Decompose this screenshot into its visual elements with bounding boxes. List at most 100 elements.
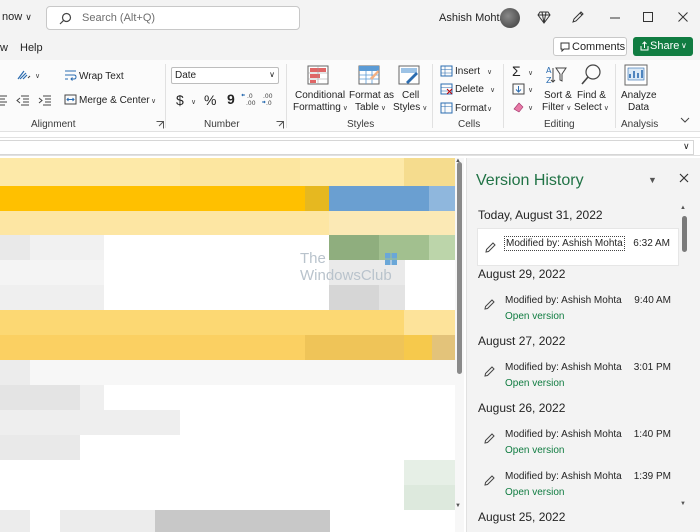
cell-styles-line1[interactable]: Cell — [402, 90, 419, 101]
version-entry[interactable]: Modified by: Ashish Mohta Open version 1… — [477, 420, 679, 458]
pencil-icon — [484, 299, 495, 310]
fill-icon[interactable] — [512, 83, 525, 95]
version-date: August 29, 2022 — [478, 267, 566, 281]
dialog-launcher-icon[interactable] — [276, 121, 284, 129]
maximize-icon[interactable] — [641, 10, 655, 24]
sheet-scroll-thumb[interactable] — [457, 162, 462, 374]
close-icon[interactable] — [676, 10, 690, 24]
diamond-icon[interactable] — [537, 10, 551, 24]
blurred-cell-region — [60, 510, 155, 532]
chevron-down-icon[interactable]: ∨ — [485, 103, 492, 114]
find-select-button[interactable]: Select ∨ — [574, 102, 609, 113]
pane-scrollbar[interactable] — [678, 206, 690, 532]
pencil-icon — [484, 433, 495, 444]
group-divider — [503, 64, 504, 128]
conditional-formatting-line1[interactable]: Conditional — [295, 90, 345, 101]
autosave-dropdown[interactable]: now ∨ — [2, 11, 32, 23]
analyze-data-line1[interactable]: Analyze — [621, 90, 657, 101]
comments-button[interactable]: Comments — [553, 37, 627, 56]
formula-bar: ∨ — [0, 137, 700, 156]
format-button[interactable]: Format — [455, 103, 487, 114]
share-button[interactable]: Share ∨ — [633, 37, 693, 56]
version-date: Today, August 31, 2022 — [478, 208, 603, 222]
open-version-link[interactable]: Open version — [505, 311, 564, 322]
increase-indent-icon[interactable] — [38, 94, 52, 106]
chevron-down-icon[interactable]: ∨ — [526, 67, 533, 78]
delete-button[interactable]: Delete — [455, 84, 484, 95]
search-box[interactable]: Search (Alt+Q) — [46, 6, 300, 30]
sort-filter-line1[interactable]: Sort & — [544, 90, 572, 101]
version-time: 6:32 AM — [633, 238, 670, 249]
open-version-link[interactable]: Open version — [505, 378, 564, 389]
blurred-cell-region — [329, 211, 455, 235]
share-label: Share — [650, 40, 680, 52]
sort-filter-icon: AZ — [546, 66, 567, 85]
open-version-link[interactable]: Open version — [505, 487, 564, 498]
merge-center-button[interactable]: Merge & Center — [79, 95, 150, 106]
worksheet-grid[interactable]: The WindowsClub — [0, 158, 455, 532]
dialog-launcher-icon[interactable] — [156, 121, 164, 129]
blurred-cell-region — [404, 158, 455, 186]
blurred-cell-region — [30, 235, 104, 260]
chevron-down-icon: ∨ — [25, 12, 32, 22]
cell-styles-button[interactable]: Styles ∨ — [393, 102, 427, 113]
chevron-down-icon[interactable]: ∨ — [526, 84, 533, 95]
chevron-down-icon[interactable]: ∨ — [149, 95, 156, 106]
chevron-down-icon[interactable]: ∨ — [485, 66, 492, 77]
blurred-cell-region — [404, 335, 432, 360]
ribbon-tabs: w Help Comments Share ∨ — [0, 36, 700, 60]
formula-input[interactable] — [0, 140, 694, 155]
pane-options-icon[interactable]: ▼ — [648, 175, 657, 185]
decrease-indent-icon[interactable] — [16, 94, 30, 106]
version-entry[interactable]: Modified by: Ashish Mohta Open version 1… — [477, 462, 679, 500]
open-version-link[interactable]: Open version — [505, 445, 564, 456]
sort-filter-button[interactable]: Filter ∨ — [542, 102, 571, 113]
scroll-up-icon[interactable]: ▲ — [680, 205, 686, 211]
close-icon[interactable] — [679, 173, 689, 183]
scroll-down-icon[interactable]: ▼ — [455, 503, 461, 509]
search-placeholder: Search (Alt+Q) — [82, 12, 156, 24]
clear-icon[interactable] — [512, 101, 525, 113]
version-entry[interactable]: Modified by: Ashish Mohta 6:32 AM — [477, 228, 679, 266]
version-date: August 26, 2022 — [478, 401, 566, 415]
orientation-icon[interactable] — [16, 69, 32, 81]
avatar[interactable] — [500, 8, 520, 28]
comma-style-button[interactable]: 9 — [227, 91, 235, 107]
version-date: August 27, 2022 — [478, 334, 566, 348]
align-left-icon[interactable] — [0, 94, 8, 106]
minimize-icon[interactable] — [606, 10, 624, 26]
chevron-down-icon[interactable]: ∨ — [33, 70, 40, 81]
chevron-down-icon[interactable]: ∨ — [189, 96, 196, 107]
pen-icon[interactable] — [571, 10, 585, 24]
insert-button[interactable]: Insert — [455, 66, 480, 77]
tab-help[interactable]: Help — [20, 42, 43, 54]
blurred-cell-region — [429, 235, 455, 260]
conditional-formatting-button[interactable]: Formatting ∨ — [293, 102, 348, 113]
chevron-down-icon[interactable]: ∨ — [488, 84, 495, 95]
increase-decimal-icon[interactable]: .0.00 — [241, 92, 257, 106]
chevron-down-icon[interactable]: ∨ — [526, 102, 533, 113]
version-entry[interactable]: Modified by: Ashish Mohta Open version 9… — [477, 286, 679, 324]
decrease-decimal-icon[interactable]: .00.0 — [261, 92, 277, 106]
format-as-table-button[interactable]: Table ∨ — [355, 102, 386, 113]
group-divider — [286, 64, 287, 128]
analyze-data-line2[interactable]: Data — [628, 102, 649, 113]
version-history-pane: Version History ▼ Today, August 31, 2022… — [466, 158, 700, 532]
pane-scroll-thumb[interactable] — [682, 216, 687, 252]
currency-button[interactable]: $ — [176, 92, 184, 108]
blurred-cell-region — [0, 310, 455, 335]
find-select-line1[interactable]: Find & — [577, 90, 606, 101]
version-entry[interactable]: Modified by: Ashish Mohta Open version 3… — [477, 353, 679, 391]
account-name[interactable]: Ashish Mohta — [439, 12, 506, 24]
wrap-text-button[interactable]: Wrap Text — [79, 71, 124, 82]
autosum-button[interactable]: Σ — [512, 63, 521, 79]
format-as-table-line2: Table — [355, 102, 379, 113]
scroll-down-icon[interactable]: ▼ — [680, 501, 686, 507]
collapse-ribbon-icon[interactable] — [680, 116, 690, 124]
chevron-down-icon[interactable]: ∨ — [681, 41, 687, 50]
tab-view[interactable]: w — [0, 42, 8, 54]
chevron-down-icon[interactable]: ∨ — [683, 141, 690, 152]
number-format-dropdown[interactable]: Date ∨ — [171, 67, 279, 84]
percent-button[interactable]: % — [204, 92, 216, 108]
format-as-table-line1[interactable]: Format as — [349, 90, 394, 101]
